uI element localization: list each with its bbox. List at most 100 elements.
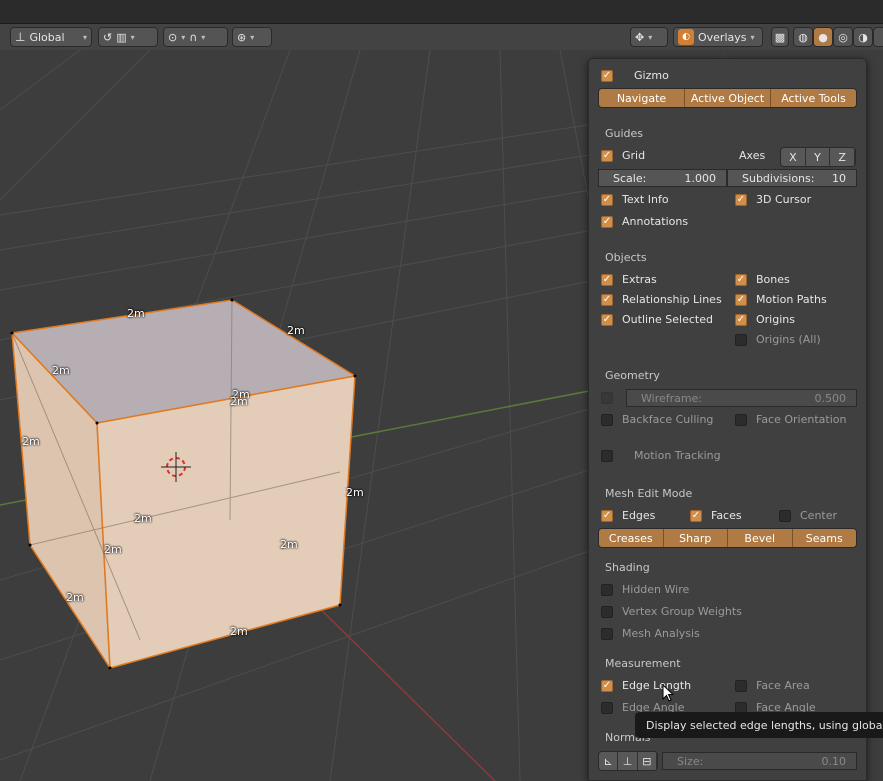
edge-length-label: 2m <box>66 591 84 604</box>
extras-label: Extras <box>622 273 657 286</box>
face-area-label: Face Area <box>756 679 810 692</box>
edge-length-label: 2m <box>104 543 122 556</box>
face-orientation-label: Face Orientation <box>756 413 847 426</box>
size-value: 0.10 <box>821 754 847 768</box>
wireframe-checkbox[interactable] <box>601 392 613 404</box>
motion-tracking-checkbox[interactable] <box>601 450 613 462</box>
bones-checkbox[interactable]: ✓ <box>735 274 747 286</box>
outline-selected-checkbox[interactable]: ✓ <box>601 314 613 326</box>
geometry-heading: Geometry <box>605 369 660 382</box>
vertex-normals-icon[interactable]: ⊾ <box>599 752 619 770</box>
bones-label: Bones <box>756 273 790 286</box>
relationship-lines-checkbox[interactable]: ✓ <box>601 294 613 306</box>
orientation-dropdown[interactable]: ⊥ Global ▾ <box>10 27 92 47</box>
faces-checkbox[interactable]: ✓ <box>690 510 702 522</box>
wireframe-field[interactable]: Wireframe: 0.500 <box>626 389 857 407</box>
magnet-icon: ⊛ <box>237 30 247 44</box>
shading-options[interactable] <box>873 27 883 47</box>
grid-scale-field[interactable]: Scale: 1.000 <box>598 169 727 187</box>
xray-toggle[interactable]: ▩ <box>771 27 789 47</box>
shading-solid[interactable]: ● <box>813 27 833 47</box>
shading-rendered[interactable]: ◑ <box>853 27 873 47</box>
pivot-icon: ↺ <box>103 30 113 44</box>
gizmo-dropdown[interactable]: ✥ ▾ <box>630 27 668 47</box>
edge-angle-checkbox[interactable] <box>601 702 613 714</box>
edge-length-label: 2m <box>230 395 248 408</box>
origins-all-label: Origins (All) <box>756 333 821 346</box>
axis-y-toggle[interactable]: Y <box>805 148 831 166</box>
scale-value: 1.000 <box>684 171 717 185</box>
gizmo-buttons: Navigate Active Object Active Tools <box>598 88 857 108</box>
chevron-down-icon: ▾ <box>750 32 755 42</box>
gizmo-icon: ✥ <box>635 30 645 44</box>
shading-wireframe[interactable]: ◍ <box>793 27 813 47</box>
proportional-edit-dropdown[interactable]: ⊙ ▾ ∩ ▾ <box>163 27 228 47</box>
split-normals-icon[interactable]: ⊥ <box>618 752 638 770</box>
sharp-button[interactable]: Sharp <box>663 529 728 547</box>
edge-length-label: 2m <box>52 364 70 377</box>
chevron-down-icon: ▾ <box>82 32 87 42</box>
active-tools-button[interactable]: Active Tools <box>771 89 856 107</box>
face-area-checkbox[interactable] <box>735 680 747 692</box>
face-orientation-checkbox[interactable] <box>735 414 747 426</box>
proportional-icon: ⊙ <box>168 30 178 44</box>
guides-heading: Guides <box>605 127 644 140</box>
3d-cursor-checkbox[interactable]: ✓ <box>735 194 747 206</box>
outline-selected-label: Outline Selected <box>622 313 713 326</box>
origins-checkbox[interactable]: ✓ <box>735 314 747 326</box>
snapping-dropdown[interactable]: ⊛ ▾ <box>232 27 272 47</box>
material-sphere-icon: ◎ <box>838 30 848 44</box>
edge-length-checkbox[interactable]: ✓ <box>601 680 613 692</box>
text-info-checkbox[interactable]: ✓ <box>601 194 613 206</box>
mesh-analysis-label: Mesh Analysis <box>622 627 700 640</box>
edges-checkbox[interactable]: ✓ <box>601 510 613 522</box>
motion-paths-label: Motion Paths <box>756 293 827 306</box>
shading-material[interactable]: ◎ <box>833 27 853 47</box>
top-bar <box>0 0 883 24</box>
grid-subdivisions-field[interactable]: Subdivisions: 10 <box>727 169 857 187</box>
motion-tracking-label: Motion Tracking <box>634 449 721 462</box>
subdivisions-value: 10 <box>832 171 846 185</box>
bevel-button[interactable]: Bevel <box>728 529 793 547</box>
pivot-snap-dropdown[interactable]: ↺ ▥ ▾ <box>98 27 158 47</box>
normals-display-toggles: ⊾ ⊥ ⊟ <box>598 751 658 771</box>
orientation-label: Global <box>29 30 65 44</box>
edge-length-label: 2m <box>134 512 152 525</box>
wireframe-label: Wireframe: <box>641 391 703 405</box>
extras-checkbox[interactable]: ✓ <box>601 274 613 286</box>
center-checkbox[interactable] <box>779 510 791 522</box>
edge-length-label: 2m <box>127 307 145 320</box>
chevron-down-icon: ▾ <box>130 32 135 42</box>
navigate-button[interactable]: Navigate <box>599 89 685 107</box>
mouse-cursor-icon <box>662 684 675 702</box>
annotations-checkbox[interactable]: ✓ <box>601 216 613 228</box>
face-normals-icon[interactable]: ⊟ <box>637 752 657 770</box>
size-label: Size: <box>677 754 704 768</box>
backface-culling-checkbox[interactable] <box>601 414 613 426</box>
overlays-dropdown[interactable]: ◐ Overlays ▾ <box>673 27 763 47</box>
hidden-wire-checkbox[interactable] <box>601 584 613 596</box>
axes-label: Axes <box>739 149 766 162</box>
origins-all-checkbox[interactable] <box>735 334 747 346</box>
gizmo-label: Gizmo <box>634 69 669 82</box>
active-object-button[interactable]: Active Object <box>685 89 771 107</box>
normals-size-field[interactable]: Size: 0.10 <box>662 752 857 770</box>
edge-length-label: 2m <box>287 324 305 337</box>
axis-z-toggle[interactable]: Z <box>830 148 855 166</box>
creases-button[interactable]: Creases <box>599 529 664 547</box>
motion-paths-checkbox[interactable]: ✓ <box>735 294 747 306</box>
mesh-analysis-checkbox[interactable] <box>601 628 613 640</box>
rendered-sphere-icon: ◑ <box>858 30 868 44</box>
axis-x-toggle[interactable]: X <box>781 148 806 166</box>
gizmo-checkbox[interactable]: ✓ <box>601 70 613 82</box>
snap-icon: ▥ <box>116 30 127 44</box>
edge-length-tooltip: Display selected edge lengths, using glo… <box>635 712 883 738</box>
scale-label: Scale: <box>613 171 647 185</box>
chevron-down-icon: ▾ <box>250 32 255 42</box>
seams-button[interactable]: Seams <box>792 529 856 547</box>
grid-checkbox[interactable]: ✓ <box>601 150 613 162</box>
vertex-group-weights-checkbox[interactable] <box>601 606 613 618</box>
edge-length-label: Edge Length <box>622 679 692 692</box>
backface-culling-label: Backface Culling <box>622 413 714 426</box>
center-label: Center <box>800 509 838 522</box>
